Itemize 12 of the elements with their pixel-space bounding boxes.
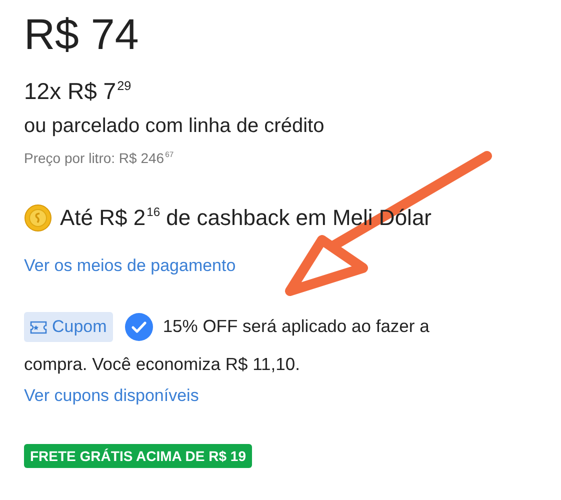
payment-methods-link[interactable]: Ver os meios de pagamento [24, 256, 236, 276]
coupon-text: 15% OFF será aplicado ao fazer a [162, 316, 430, 336]
free-shipping-badge: FRETE GRÁTIS ACIMA DE R$ 19 [24, 444, 252, 468]
ticket-icon [30, 320, 47, 334]
price: R$ 74 [24, 10, 139, 61]
price-per-liter: Preço por litro: R$ 246$^{67}$ [24, 150, 174, 166]
credit-line-text: ou parcelado com linha de crédito [24, 115, 324, 138]
coupon-text: compra. Você economiza R$ 11,10. [24, 353, 300, 376]
coin-icon [24, 204, 52, 232]
available-coupons-link[interactable]: Ver cupons disponíveis [24, 386, 199, 406]
coupon-tag: Cupom [24, 312, 113, 342]
installment-price: 12x R$ 7$^{29}$ [24, 78, 132, 105]
